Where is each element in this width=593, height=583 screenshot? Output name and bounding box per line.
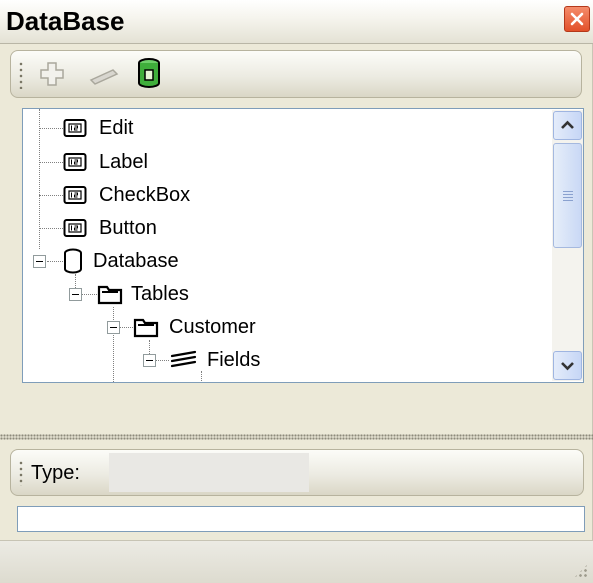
database-toolbar bbox=[10, 50, 582, 98]
scroll-up-button[interactable] bbox=[553, 111, 582, 140]
panel-titlebar[interactable]: DataBase bbox=[0, 0, 593, 44]
resize-grip[interactable] bbox=[573, 563, 589, 579]
tree-line bbox=[39, 128, 63, 129]
type-property-bar: Type: bbox=[10, 449, 584, 496]
database-tree[interactable]: Edit Label CheckBox Button Database Tabl… bbox=[22, 108, 584, 383]
status-bar bbox=[0, 540, 593, 583]
field-icon bbox=[63, 219, 87, 237]
tree-line bbox=[113, 307, 114, 382]
field-icon bbox=[63, 186, 87, 204]
scroll-down-button[interactable] bbox=[553, 351, 582, 380]
tree-line bbox=[155, 360, 169, 361]
tree-node-fields[interactable]: Fields bbox=[169, 345, 260, 375]
type-value-field[interactable] bbox=[109, 453, 309, 492]
tree-node-label: Database bbox=[93, 249, 179, 272]
tree-node-checkbox[interactable]: CheckBox bbox=[63, 180, 190, 210]
collapse-toggle-database[interactable] bbox=[33, 255, 46, 268]
database-icon bbox=[64, 248, 82, 274]
tree-line bbox=[39, 195, 63, 196]
panel-title: DataBase bbox=[6, 6, 125, 36]
fields-icon bbox=[170, 350, 197, 368]
collapse-toggle-tables[interactable] bbox=[69, 288, 82, 301]
tree-line bbox=[47, 261, 63, 262]
tree-node-button[interactable]: Button bbox=[63, 213, 157, 243]
tree-line bbox=[119, 327, 133, 328]
toolbar-grip[interactable] bbox=[19, 61, 23, 89]
close-button[interactable] bbox=[564, 6, 590, 32]
collapse-toggle-customer[interactable] bbox=[107, 321, 120, 334]
field-icon bbox=[63, 153, 87, 171]
add-icon[interactable] bbox=[37, 59, 67, 94]
tree-vertical-scrollbar[interactable] bbox=[552, 110, 583, 381]
chevron-up-icon bbox=[561, 120, 574, 129]
tree-node-edit[interactable]: Edit bbox=[63, 113, 133, 143]
folder-icon bbox=[97, 285, 123, 305]
field-icon bbox=[63, 119, 87, 137]
tree-node-label: Fields bbox=[207, 348, 261, 371]
close-icon bbox=[570, 12, 584, 26]
scroll-thumb[interactable] bbox=[553, 143, 582, 248]
database-icon[interactable] bbox=[137, 57, 161, 94]
tree-canvas: Edit Label CheckBox Button Database Tabl… bbox=[23, 109, 551, 382]
tree-line bbox=[39, 228, 63, 229]
tree-node-label: Tables bbox=[131, 282, 189, 305]
tree-node-label: Label bbox=[99, 150, 148, 173]
tree-line bbox=[81, 294, 97, 295]
tree-node-label-item[interactable]: Label bbox=[63, 147, 148, 177]
property-text-field[interactable] bbox=[17, 506, 585, 532]
tree-node-tables[interactable]: Tables bbox=[97, 279, 189, 309]
type-label: Type: bbox=[31, 462, 80, 484]
collapse-toggle-fields[interactable] bbox=[143, 354, 156, 367]
tree-node-label: CheckBox bbox=[99, 183, 191, 206]
tree-line bbox=[39, 162, 63, 163]
tree-node-label: Customer bbox=[169, 315, 256, 338]
tree-node-database[interactable]: Database bbox=[63, 246, 179, 276]
panel-splitter[interactable] bbox=[0, 434, 593, 440]
typebar-grip[interactable] bbox=[19, 460, 23, 486]
tree-node-label: Edit bbox=[99, 116, 134, 139]
tree-node-label: Button bbox=[99, 216, 157, 239]
chevron-down-icon bbox=[561, 362, 574, 371]
database-panel: DataBase Edit Label CheckBox Button Data… bbox=[0, 0, 593, 583]
remove-icon[interactable] bbox=[87, 59, 121, 94]
folder-icon bbox=[133, 318, 159, 338]
tree-node-customer[interactable]: Customer bbox=[133, 312, 256, 342]
